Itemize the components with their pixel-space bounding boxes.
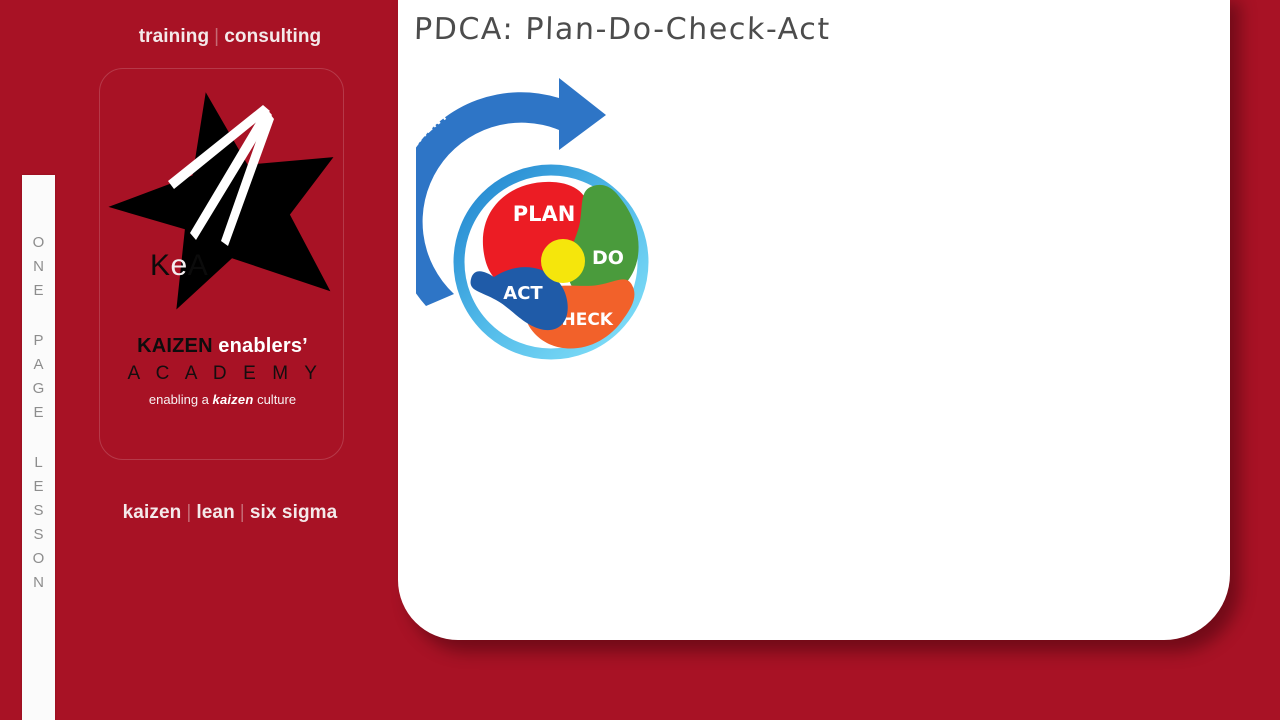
kea-wordmark: KeA [150,251,208,281]
opl-letter: E [33,478,44,495]
star-icon [108,92,334,310]
tagline-services: training | consulting [62,26,398,48]
opl-word-lesson: L E S S O N [33,451,45,595]
opl-letter: E [33,282,44,299]
tagline-bottom-separator: | [239,502,245,523]
pdca-label-plan: PLAN [513,202,576,226]
opl-letter: S [33,526,44,543]
opl-word-page: P A G E [33,329,45,425]
opl-letter: N [33,258,44,275]
opl-letter: P [33,332,44,349]
pdca-center-hub [541,239,585,283]
logo-name-enablers: enablers’ [218,335,308,357]
kea-letter-k: K [150,249,171,282]
opl-letter: O [32,550,45,567]
opl-word-one: O N E [33,231,45,303]
tagline-top-item-0: training [138,26,210,47]
tagline-bottom-item-0: kaizen [122,502,182,523]
logo-name-line: KAIZEN enablers’ [100,333,345,359]
one-page-lesson-strip: O N E P A G E L E S S O N [22,175,55,720]
kea-letter-e: e [170,249,188,282]
opl-letter: S [33,502,44,519]
logo-strapline: enabling a kaizen culture [100,389,345,411]
logo-name-kaizen: KAIZEN [137,335,213,357]
opl-letter: A [33,356,44,373]
logo-typography: KAIZEN enablers’ A C A D E M Y enabling … [100,333,345,411]
opl-letter: O [32,234,45,251]
strapline-prefix: enabling a [148,392,213,407]
opl-letter: L [34,454,43,471]
strapline-suffix: culture [253,392,297,407]
content-card: PDCA: Plan-Do-Check-Act PLAN DO CHECK AC… [398,0,1230,640]
strapline-emphasis: kaizen [212,392,254,407]
tagline-bottom-item-1: lean [196,502,235,523]
pdca-label-act: ACT [503,283,543,304]
pdca-diagram: PLAN DO CHECK ACT ENT [416,72,706,372]
kea-letter-a: A [187,249,209,282]
opl-letter: G [32,380,45,397]
slide-canvas: O N E P A G E L E S S O N training | consu… [0,0,1280,720]
page-title: PDCA: Plan-Do-Check-Act [413,12,832,47]
tagline-top-item-1: consulting [224,26,322,47]
opl-letter: E [33,404,44,421]
logo-subtitle-academy: A C A D E M Y [127,363,323,384]
logo-card: KeA KAIZEN enablers’ A C A D E M Y enabl… [99,68,344,460]
tagline-top-separator: | [214,26,220,47]
tagline-disciplines: kaizen | lean | six sigma [62,502,398,524]
pdca-wheel-graphic: PLAN DO CHECK ACT ENT [416,78,649,360]
opl-letter: N [33,574,44,591]
tagline-bottom-item-2: six sigma [249,502,338,523]
pdca-label-do: DO [592,247,624,269]
brand-column: training | consulting KeA KAIZEN enablers’… [62,0,398,720]
kea-star-logo: KeA [100,83,345,313]
tagline-bottom-separator: | [186,502,192,523]
